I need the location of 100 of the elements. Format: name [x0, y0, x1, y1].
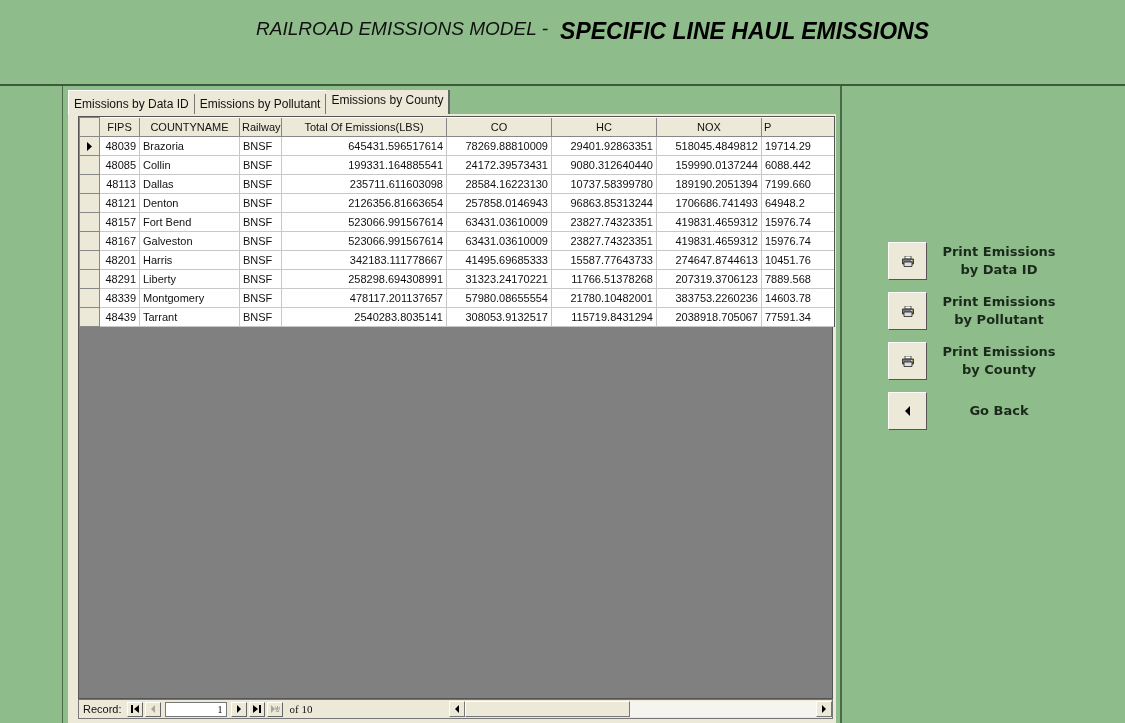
table-cell: 48201 — [99, 250, 140, 270]
table-cell: 478117.201137657 — [281, 288, 447, 308]
table-cell: Montgomery — [139, 288, 240, 308]
column-header[interactable]: NOX — [656, 117, 762, 137]
table-cell: 419831.4659312 — [656, 212, 762, 232]
table-cell: BNSF — [239, 193, 282, 213]
record-number-field[interactable]: 1 — [164, 701, 227, 717]
table-cell: Harris — [139, 250, 240, 270]
table-cell: 48085 — [99, 155, 140, 175]
column-header[interactable]: HC — [551, 117, 657, 137]
table-cell: 2540283.8035141 — [281, 307, 447, 327]
first-record-button[interactable] — [126, 701, 143, 717]
table-cell: 11766.51378268 — [551, 269, 657, 289]
table-cell: 2126356.81663654 — [281, 193, 447, 213]
print-button[interactable] — [888, 242, 927, 280]
table-cell: 274647.8744613 — [656, 250, 762, 270]
table-cell: 48439 — [99, 307, 140, 327]
table-cell: Denton — [139, 193, 240, 213]
print-button[interactable] — [888, 342, 927, 380]
table-cell: 48167 — [99, 231, 140, 251]
table-cell: 57980.08655554 — [446, 288, 552, 308]
table-cell: 9080.312640440 — [551, 155, 657, 175]
table-cell: Brazoria — [139, 136, 240, 156]
table-cell: BNSF — [239, 250, 282, 270]
table-cell: 23827.74323351 — [551, 231, 657, 251]
table-cell: 189190.2051394 — [656, 174, 762, 194]
button-label: Print Emissions by Data ID — [941, 243, 1057, 279]
form-title: SPECIFIC LINE HAUL EMISSIONS — [560, 18, 929, 45]
table-cell: BNSF — [239, 155, 282, 175]
table-cell: 383753.2260236 — [656, 288, 762, 308]
table-cell: 96863.85313244 — [551, 193, 657, 213]
table-cell: 523066.991567614 — [281, 212, 447, 232]
table-cell: 48113 — [99, 174, 140, 194]
current-record-icon — [87, 141, 92, 151]
button-label: Go Back — [968, 402, 1030, 420]
table-cell: 15587.77643733 — [551, 250, 657, 270]
table-cell: 10737.58399780 — [551, 174, 657, 194]
table-cell: 29401.92863351 — [551, 136, 657, 156]
table-cell: BNSF — [239, 212, 282, 232]
table-cell: 115719.8431294 — [551, 307, 657, 327]
table-cell: 159990.0137244 — [656, 155, 762, 175]
printer-icon — [901, 305, 914, 317]
table-cell: BNSF — [239, 307, 282, 327]
column-header[interactable]: COUNTYNAME — [139, 117, 240, 137]
table-cell: 41495.69685333 — [446, 250, 552, 270]
left-triangle-icon — [905, 406, 910, 416]
table-cell: Dallas — [139, 174, 240, 194]
table-cell: 199331.164885541 — [281, 155, 447, 175]
record-count: of 10 — [288, 703, 314, 715]
last-icon — [251, 704, 262, 714]
table-cell: 21780.10482001 — [551, 288, 657, 308]
table-cell: BNSF — [239, 136, 282, 156]
table-cell: 207319.3706123 — [656, 269, 762, 289]
column-header[interactable]: Total Of Emissions(LBS) — [281, 117, 447, 137]
table-cell: 2038918.705067 — [656, 307, 762, 327]
table-cell: 308053.9132517 — [446, 307, 552, 327]
horizontal-scrollbar[interactable] — [449, 701, 832, 717]
table-cell: 31323.24170221 — [446, 269, 552, 289]
table-cell: 523066.991567614 — [281, 231, 447, 251]
table-cell: BNSF — [239, 269, 282, 289]
tab[interactable]: Emissions by County — [326, 90, 451, 114]
table-cell: Fort Bend — [139, 212, 240, 232]
printer-icon — [901, 355, 914, 367]
table-cell: 24172.39573431 — [446, 155, 552, 175]
column-header[interactable]: P — [761, 117, 834, 137]
column-header[interactable]: FIPS — [99, 117, 140, 137]
next-record-button[interactable] — [230, 701, 247, 717]
table-cell: 48039 — [99, 136, 140, 156]
back-button[interactable] — [888, 392, 927, 430]
table-cell: 518045.4849812 — [656, 136, 762, 156]
record-label: Record: — [82, 703, 123, 715]
table-cell: 257858.0146943 — [446, 193, 552, 213]
table-cell: BNSF — [239, 174, 282, 194]
table-cell: 63431.03610009 — [446, 231, 552, 251]
table-cell: 63431.03610009 — [446, 212, 552, 232]
table-cell: 235711.611603098 — [281, 174, 447, 194]
last-record-button[interactable] — [248, 701, 265, 717]
table-cell: 48339 — [99, 288, 140, 308]
table-cell: Collin — [139, 155, 240, 175]
scroll-left-icon[interactable] — [454, 705, 460, 713]
table-cell: 48121 — [99, 193, 140, 213]
table-cell: BNSF — [239, 231, 282, 251]
table-cell: 645431.596517614 — [281, 136, 447, 156]
column-header[interactable]: CO — [446, 117, 552, 137]
button-label: Print Emissions by Pollutant — [941, 293, 1057, 329]
print-button[interactable] — [888, 292, 927, 330]
new-record-icon — [269, 704, 280, 714]
column-header[interactable]: Railway — [239, 117, 282, 137]
table-cell: Liberty — [139, 269, 240, 289]
scroll-right-icon[interactable] — [821, 705, 827, 713]
table-cell: 258298.694308991 — [281, 269, 447, 289]
table-cell: 23827.74323351 — [551, 212, 657, 232]
table-cell: Tarrant — [139, 307, 240, 327]
table-cell: 28584.16223130 — [446, 174, 552, 194]
table-cell: Galveston — [139, 231, 240, 251]
table-cell: BNSF — [239, 288, 282, 308]
table-cell: 419831.4659312 — [656, 231, 762, 251]
printer-icon — [901, 255, 914, 267]
table-cell: 48157 — [99, 212, 140, 232]
table-cell: 78269.88810009 — [446, 136, 552, 156]
